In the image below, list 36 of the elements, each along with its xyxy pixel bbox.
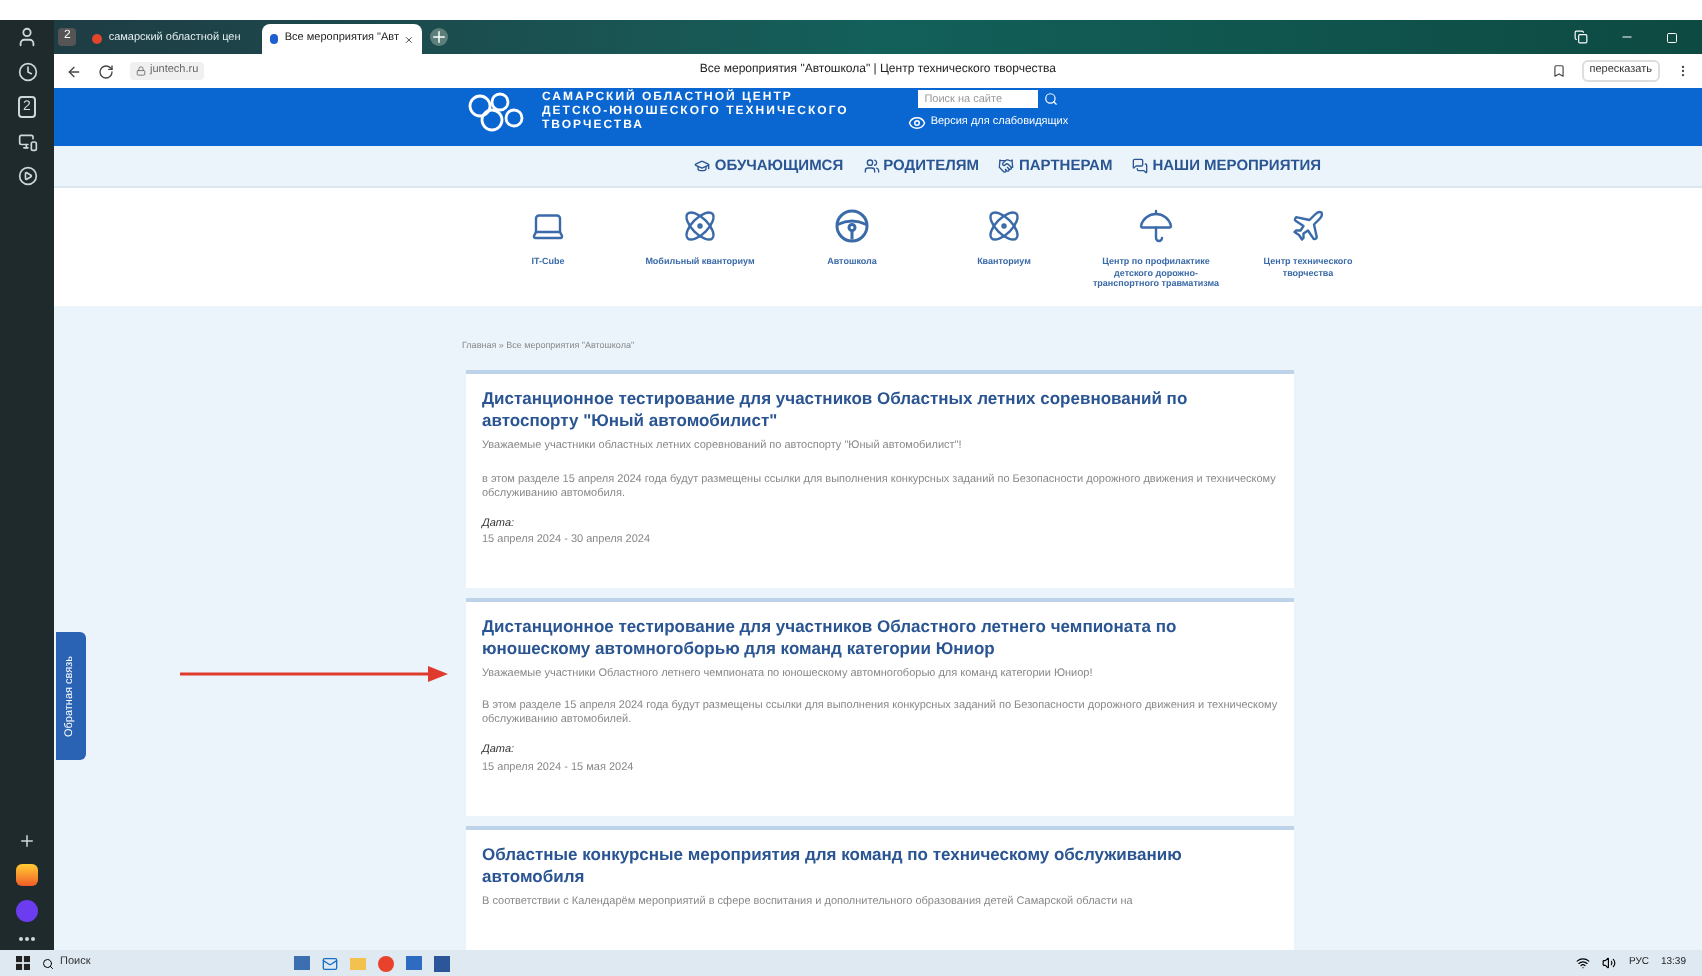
search-icon[interactable]	[1044, 92, 1059, 106]
back-icon[interactable]	[66, 63, 82, 79]
maximize-icon[interactable]	[1666, 31, 1678, 43]
windows-icon[interactable]	[16, 956, 30, 970]
steering-wheel-icon	[834, 208, 870, 245]
minimize-icon[interactable]	[1620, 30, 1634, 44]
add-icon[interactable]	[18, 832, 36, 850]
reload-icon[interactable]	[98, 63, 114, 79]
more-icon[interactable]	[18, 936, 36, 942]
new-tab-icon[interactable]	[430, 28, 449, 46]
lock-icon	[136, 66, 146, 76]
event-title[interactable]: Дистанционное тестирование для участников Областных летних соревнований по автоспорту "Юный автомобилист"	[482, 388, 1278, 433]
close-icon[interactable]	[404, 33, 415, 45]
umbrella-icon	[1138, 208, 1174, 245]
volume-icon[interactable]	[1602, 956, 1617, 970]
menu-icon[interactable]	[1676, 64, 1690, 78]
eye-icon	[908, 114, 927, 132]
mail-icon[interactable]	[322, 955, 338, 971]
laptop-icon	[530, 208, 566, 245]
student-nav-icon	[694, 157, 711, 174]
wifi-icon[interactable]	[1576, 956, 1591, 970]
events-nav-icon	[1132, 157, 1149, 174]
profile-icon[interactable]	[16, 26, 38, 48]
search-icon	[42, 957, 54, 969]
devices-icon[interactable]	[17, 132, 37, 152]
atom-icon	[986, 208, 1022, 245]
tabs-icon[interactable]	[1574, 30, 1588, 44]
history-icon[interactable]	[17, 62, 37, 82]
event-title[interactable]: Областные конкурсные мероприятия для команд по техническому обслуживанию автомобиля	[482, 843, 1278, 888]
bookmark-icon[interactable]	[1551, 64, 1566, 78]
event-title[interactable]: Дистанционное тестирование для участников Областного летнего чемпионата по юношескому автомногоборью для команд категории Юниор	[482, 616, 1278, 660]
play-icon[interactable]	[17, 166, 37, 186]
atom-icon	[682, 208, 718, 245]
parents-nav-icon	[863, 157, 880, 174]
plane-icon	[1290, 208, 1326, 245]
partners-nav-icon	[998, 157, 1015, 174]
